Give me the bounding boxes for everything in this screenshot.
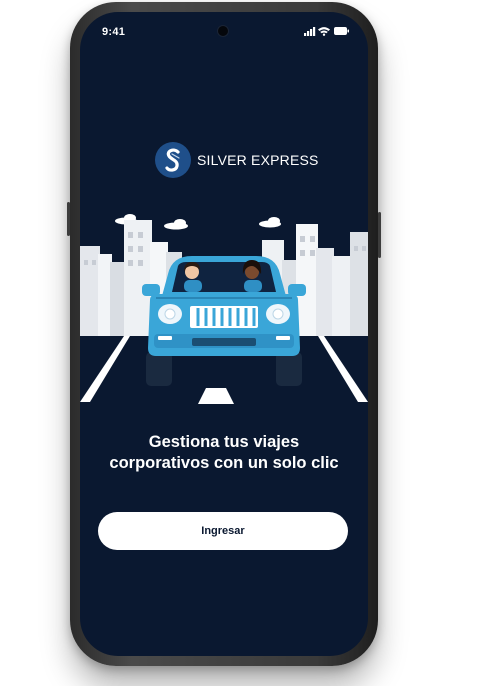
welcome-headline: Gestiona tus viajes corporativos con un … <box>80 432 368 474</box>
silver-express-logo-icon <box>155 142 191 178</box>
brand-name: SILVER EXPRESS <box>197 152 319 168</box>
volume-button <box>67 202 70 236</box>
status-icons <box>304 26 350 39</box>
status-time: 9:41 <box>102 26 126 38</box>
signal-icon <box>304 27 316 36</box>
login-button[interactable]: Ingresar <box>98 512 348 550</box>
blue-suv-city-illustration <box>80 214 368 404</box>
phone-frame: 9:41 SILVER EXPRESS Gestiona tus viajes … <box>67 2 381 666</box>
wifi-icon <box>318 27 330 36</box>
status-bar: 9:41 <box>80 12 368 48</box>
app-screen: 9:41 SILVER EXPRESS Gestiona tus viajes … <box>80 12 368 656</box>
headline-line-1: Gestiona tus viajes <box>148 433 300 451</box>
power-button <box>378 212 381 258</box>
front-camera <box>218 26 228 36</box>
headline-line-2: corporativos con un solo clic <box>109 454 339 472</box>
battery-icon <box>334 27 349 35</box>
